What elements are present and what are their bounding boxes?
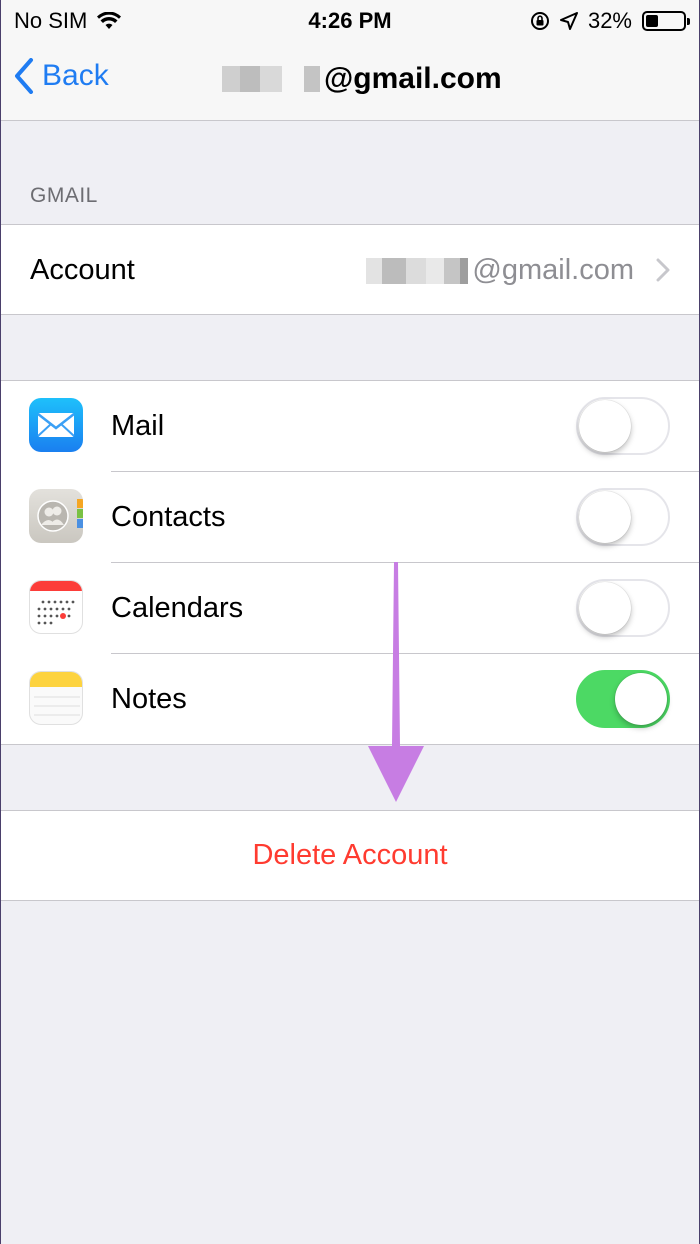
list-item-calendars: Calendars — [0, 563, 700, 654]
account-label: Account — [30, 254, 135, 286]
list-item-mail: Mail — [0, 381, 700, 472]
redacted-text — [366, 257, 469, 284]
chevron-left-icon — [15, 58, 33, 94]
account-value: @gmail.com — [366, 254, 634, 287]
toggle-knob — [579, 491, 631, 543]
chevron-right-icon — [656, 258, 670, 282]
back-label: Back — [42, 59, 109, 92]
calendar-icon — [29, 580, 83, 634]
page-title: @gmail.com — [222, 62, 502, 96]
app-label: Contacts — [111, 501, 226, 533]
navigation-bar: Back @gmail.com — [0, 40, 700, 121]
toggle-knob — [579, 582, 631, 634]
redacted-text — [222, 66, 320, 92]
battery-percent: 32% — [587, 8, 632, 33]
toggle-knob — [615, 673, 667, 725]
account-row[interactable]: Account @gmail.com — [0, 224, 700, 315]
contacts-toggle[interactable] — [576, 488, 670, 546]
delete-account-group: Delete Account — [0, 810, 700, 901]
notes-icon — [29, 671, 83, 725]
battery-fill — [646, 15, 658, 27]
annotation-arrow-icon — [368, 562, 424, 802]
back-button[interactable]: Back — [14, 58, 109, 94]
app-label: Calendars — [111, 592, 244, 624]
mail-icon — [29, 398, 83, 452]
calendars-toggle[interactable] — [576, 579, 670, 637]
mail-toggle[interactable] — [576, 397, 670, 455]
sync-apps-list: Mail Contacts Calendars Notes — [0, 380, 700, 745]
section-header: GMAIL — [30, 184, 98, 207]
orientation-lock-icon — [530, 12, 549, 30]
list-item-notes: Notes — [0, 654, 700, 745]
location-icon — [559, 12, 578, 30]
status-right: 32% — [530, 8, 690, 34]
app-label: Notes — [111, 683, 187, 715]
toggle-knob — [579, 400, 631, 452]
list-item-contacts: Contacts — [0, 472, 700, 563]
battery-icon — [642, 11, 690, 31]
contacts-icon — [29, 489, 83, 543]
account-value-text: @gmail.com — [472, 254, 634, 286]
page-title-text: @gmail.com — [324, 62, 502, 95]
status-bar: No SIM 4:26 PM 32% — [0, 0, 700, 40]
notes-toggle[interactable] — [576, 670, 670, 728]
delete-account-button[interactable]: Delete Account — [0, 839, 700, 872]
app-label: Mail — [111, 410, 165, 442]
